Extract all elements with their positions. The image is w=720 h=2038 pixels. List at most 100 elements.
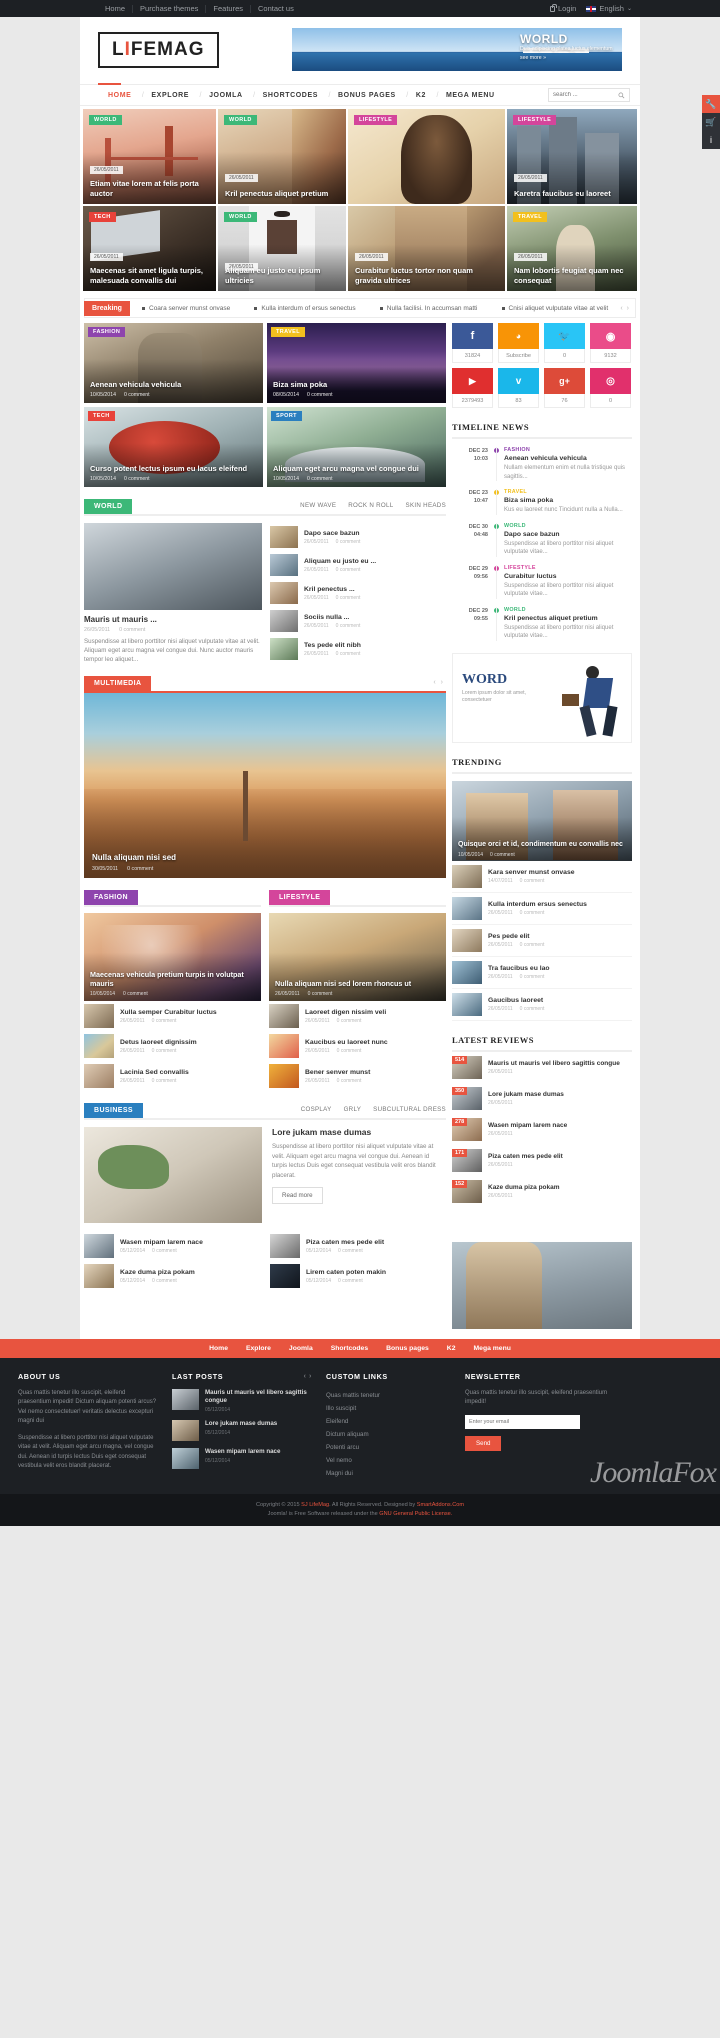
tab-grly[interactable]: GRLY [344, 1106, 362, 1113]
review-title[interactable]: Kaze duma piza pokam [488, 1184, 560, 1191]
tile-title[interactable]: Curso potent lectus ipsum eu lacus eleif… [90, 464, 257, 473]
list-item[interactable]: Tes pede elit nibh 26/05/2011 0 comment [270, 635, 446, 663]
footer-nav-k2[interactable]: K2 [438, 1345, 465, 1352]
category-badge[interactable]: TRAVEL [271, 327, 305, 337]
nav-item-joomla[interactable]: JOOMLA [199, 92, 255, 99]
review-title[interactable]: Mauris ut mauris vel libero sagittis con… [488, 1060, 620, 1067]
list-item-title[interactable]: Laoreet digen nissim veli [305, 1009, 386, 1016]
breaking-next-button[interactable]: › [627, 305, 629, 312]
timeline-title[interactable]: Aenean vehicula vehicula [504, 455, 632, 462]
footer-nav-shortcodes[interactable]: Shortcodes [322, 1345, 377, 1352]
featured-card[interactable]: TRAVEL 26/05/2011 Nam lobortis feugiat q… [507, 206, 637, 291]
search-box[interactable] [548, 88, 630, 102]
list-item[interactable]: Dapo sace bazun 26/05/2011 0 comment [270, 523, 446, 551]
social-twitter[interactable]: 🐦 0 [544, 323, 585, 363]
nav-item-home[interactable]: HOME [98, 92, 145, 99]
instagram-icon[interactable]: ◎ [590, 368, 631, 394]
breaking-item[interactable]: Nulla facilisi. In accumsan matti [380, 305, 478, 312]
info-icon[interactable]: i [702, 131, 720, 149]
rss-icon[interactable]: ◕ [498, 323, 539, 349]
topnav-link-contact[interactable]: Contact us [251, 4, 301, 13]
site-logo[interactable]: LIFEMAG [98, 31, 219, 68]
dribbble-icon[interactable]: ◉ [590, 323, 631, 349]
newsletter-email-input[interactable] [465, 1414, 580, 1429]
category-feature[interactable]: Nulla aliquam nisi sed lorem rhoncus ut … [269, 913, 446, 1001]
list-item-title[interactable]: Piza caten mes pede elit [306, 1239, 384, 1246]
nav-item-bonus-pages[interactable]: BONUS PAGES [328, 92, 409, 99]
featured-card[interactable]: LIFESTYLE 26/05/2011 Karetra faucibus eu… [507, 109, 637, 204]
topnav-link-features[interactable]: Features [206, 4, 251, 13]
list-item-title[interactable]: Xulla semper Curabitur luctus [120, 1009, 217, 1016]
footer-link[interactable]: Vel nemo [326, 1454, 451, 1467]
search-icon[interactable] [618, 92, 625, 99]
timeline-item[interactable]: DEC 23 10:03 FASHION Aenean vehicula vehi… [452, 447, 632, 481]
section-tag-multimedia[interactable]: MULTIMEDIA [84, 676, 152, 691]
multimedia-prev-button[interactable]: ‹ [433, 679, 435, 686]
list-item[interactable]: Lirem caten poten makin 05/12/2014 0 comme… [270, 1261, 446, 1291]
list-item[interactable]: Bener senver munst 26/05/2011 0 comment [269, 1061, 446, 1091]
business-title[interactable]: Lore jukam mase dumas [272, 1127, 446, 1137]
social-youtube[interactable]: ▶ 2379493 [452, 368, 493, 408]
list-item[interactable]: Tra faucibus eu lao 26/05/2011 0 comment [452, 957, 632, 989]
search-input[interactable] [553, 92, 618, 98]
tile-card[interactable]: FASHION Aenean vehicula vehicula 10/05/2… [84, 323, 263, 403]
list-item-title[interactable]: Kaucibus eu laoreet nunc [305, 1039, 388, 1046]
nav-item-shortcodes[interactable]: SHORTCODES [253, 92, 332, 99]
list-item-title[interactable]: Kril penectus ... [304, 586, 360, 593]
list-item-title[interactable]: Detus laoreet dignissim [120, 1039, 197, 1046]
category-badge[interactable]: TECH [88, 411, 115, 421]
article-title[interactable]: Mauris ut mauris ... [84, 615, 262, 624]
list-item[interactable]: Kaucibus eu laoreet nunc 26/05/2011 0 comm… [269, 1031, 446, 1061]
timeline-title[interactable]: Dapo sace bazun [504, 531, 632, 538]
timeline-item[interactable]: DEC 23 10:47 TRAVEL Biza sima poka Kus eu… [452, 489, 632, 515]
category-badge[interactable]: TECH [89, 212, 116, 222]
tab-new-wave[interactable]: NEW WAVE [300, 502, 336, 509]
list-item-title[interactable]: Lacinia Sed convallis [120, 1069, 189, 1076]
timeline-category[interactable]: LIFESTYLE [504, 565, 632, 571]
timeline-item[interactable]: DEC 29 09:56 LIFESTYLE Curabitur luctus S… [452, 564, 632, 599]
featured-card[interactable]: 26/05/2011 Curabitur luctus tortor non q… [348, 206, 505, 291]
tab-subcultural-dress[interactable]: SUBCULTURAL DRESS [373, 1106, 446, 1113]
footer-nav-bonus-pages[interactable]: Bonus pages [377, 1345, 438, 1352]
review-item[interactable]: 278 Wasen mipam larem nace 26/05/2011 [452, 1114, 632, 1145]
list-item[interactable]: Laoreet digen nissim veli 26/05/2011 0 com… [269, 1001, 446, 1031]
breaking-item[interactable]: Cnisi aliquet vulputate vitae at velit [502, 305, 609, 312]
timeline-category[interactable]: FASHION [504, 447, 632, 453]
header-banner-ad[interactable]: WORLD Duis adipiscing platea luctus elem… [292, 28, 622, 71]
list-item-title[interactable]: Kara senver munst onvase [488, 869, 575, 876]
timeline-category[interactable]: WORLD [504, 607, 632, 613]
list-item[interactable]: Piza caten mes pede elit 05/12/2014 0 comm… [270, 1231, 446, 1261]
timeline-title[interactable]: Curabitur luctus [504, 573, 632, 580]
list-item[interactable]: Lacinia Sed convallis 26/05/2011 0 comment [84, 1061, 261, 1091]
list-item[interactable]: Xulla semper Curabitur luctus 26/05/2011 0… [84, 1001, 261, 1031]
social-vimeo[interactable]: v 83 [498, 368, 539, 408]
sidebar-advertisement[interactable] [452, 1217, 632, 1329]
tile-card[interactable]: SPORT Aliquam eget arcu magna vel congue… [267, 407, 446, 487]
list-item-title[interactable]: Tes pede elit nibh [304, 642, 361, 649]
featured-card[interactable]: TECH 26/05/2011 Maecenas sit amet ligula… [83, 206, 216, 291]
license-link[interactable]: GNU General Public License. [379, 1511, 452, 1517]
section-tag-world[interactable]: WORLD [84, 499, 133, 514]
nav-item-mega-menu[interactable]: MEGA MENU [436, 92, 505, 99]
world-feature-article[interactable]: Mauris ut mauris ... 26/05/2011 0 commen… [84, 523, 262, 664]
list-item[interactable]: Aliquam eu justo eu ... 26/05/2011 0 comm… [270, 551, 446, 579]
category-badge[interactable]: TRAVEL [513, 212, 547, 222]
social-rss[interactable]: ◕ Subscribe [498, 323, 539, 363]
review-item[interactable]: 350 Lore jukam mase dumas 26/05/2011 [452, 1083, 632, 1114]
copyright-designer-link[interactable]: SmartAddons.Com [417, 1502, 464, 1508]
featured-title[interactable]: Karetra faucibus eu laoreet [514, 189, 630, 199]
review-title[interactable]: Piza caten mes pede elit [488, 1153, 563, 1160]
review-item[interactable]: 152 Kaze duma piza pokam 26/05/2011 [452, 1176, 632, 1207]
list-item[interactable]: Pes pede elit 26/05/2011 0 comment [452, 925, 632, 957]
list-item-title[interactable]: Lirem caten poten makin [306, 1269, 386, 1276]
footer-post-title[interactable]: Mauris ut mauris vel libero sagittis con… [205, 1389, 312, 1405]
category-badge[interactable]: FASHION [88, 327, 126, 337]
list-item[interactable]: Sociis nulla ... 26/05/2011 0 comment [270, 607, 446, 635]
featured-card[interactable]: LIFESTYLE [348, 109, 505, 204]
topnav-link-home[interactable]: Home [98, 4, 134, 13]
multimedia-feature[interactable]: Nulla aliquam nisi sed 30/05/2011 0 comm… [84, 693, 446, 878]
breaking-prev-button[interactable]: ‹ [620, 305, 622, 312]
copyright-brand[interactable]: SJ LifeMag [301, 1502, 329, 1508]
nav-item-explore[interactable]: EXPLORE [141, 92, 201, 99]
read-more-button[interactable]: Read more [272, 1187, 323, 1204]
